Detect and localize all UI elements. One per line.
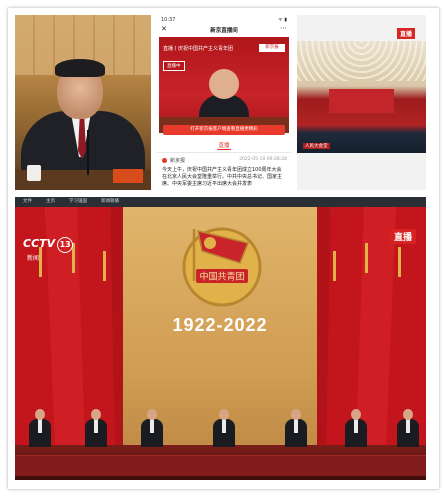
post-date: 2022-05-10 09:28:28 (239, 157, 287, 162)
divider (157, 152, 291, 153)
leader-figure (85, 409, 107, 447)
emblem-text: 中国共青团 (199, 271, 244, 283)
speaker-hair (55, 59, 105, 77)
youth-league-emblem: 中国共青团 (182, 227, 262, 307)
video-title: 直播丨庆祝中国共产主义青年团 (163, 46, 234, 52)
leader-figure (397, 409, 419, 447)
player-topbar: 文件 主页 学习强国 新闻联播 (15, 197, 426, 207)
nameplate (113, 169, 143, 183)
live-tag: 直播中 (163, 61, 185, 71)
live-badge: 直播 (397, 28, 416, 39)
source-name: 新京报 (170, 158, 186, 164)
channel-logo-text: CCTV (23, 237, 56, 250)
great-hall-photo: 直播 人民大会堂 (297, 15, 426, 190)
live-video-player[interactable]: 直播丨庆祝中国共产主义青年团 新京报 直播中 (159, 37, 289, 133)
tab-live[interactable]: 直播 (157, 141, 291, 149)
topbar-item[interactable]: 文件 (23, 197, 32, 207)
open-app-button[interactable]: 打开新京报客户端查看直播更精彩 (163, 125, 285, 135)
leader-figure (213, 409, 235, 447)
leader-figure (285, 409, 307, 447)
topbar-item[interactable]: 学习强国 (69, 197, 87, 207)
app-title: 新京直播间 (210, 28, 238, 34)
tab-indicator (217, 149, 231, 150)
video-speaker-head (209, 69, 239, 99)
anniversary-years: 1922-2022 (172, 315, 268, 335)
broadcast-screen: 中国共青团 1922-2022 文件 主页 学习强国 新闻联播 CCTV 13 新… (15, 197, 426, 480)
leader-figure (141, 409, 163, 447)
phone-screenshot: 10:37 ᯤ ▮ ✕ 新京直播间 ⋯ 直播丨庆祝中国共产主义青年团 新京报 直… (157, 15, 291, 190)
more-menu-icon[interactable]: ⋯ (280, 24, 287, 32)
live-badge: 直播 (390, 229, 417, 244)
tea-cup (27, 165, 41, 181)
topbar-item[interactable]: 新闻联播 (101, 197, 119, 207)
status-bar: 10:37 ᯤ ▮ (161, 17, 287, 23)
hall-stage (329, 89, 394, 113)
microphone (87, 130, 89, 175)
topbar-item[interactable]: 主页 (46, 197, 55, 207)
leader-figure (345, 409, 367, 447)
channel-number: 13 (57, 237, 74, 253)
leader-figure (29, 409, 51, 447)
ceiling-lights (297, 41, 426, 81)
video-logo: 新京报 (259, 44, 285, 52)
presidium-desk (15, 455, 426, 476)
speaker-photo (15, 15, 151, 190)
source-avatar-icon (162, 158, 167, 163)
hall-interior (297, 41, 426, 153)
status-icons: ᯤ ▮ (278, 17, 287, 23)
source-line: 新京报 (162, 157, 185, 164)
channel-logo: CCTV 13 (23, 237, 74, 253)
hall-caption: 人民大会堂 (303, 143, 330, 149)
channel-sub: 新闻 (27, 255, 40, 262)
article-text: 今天上午，庆祝中国共产主义青年团成立100周年大会在北京人民大会堂隆重举行。中共… (162, 167, 283, 187)
status-time: 10:37 (161, 17, 176, 23)
